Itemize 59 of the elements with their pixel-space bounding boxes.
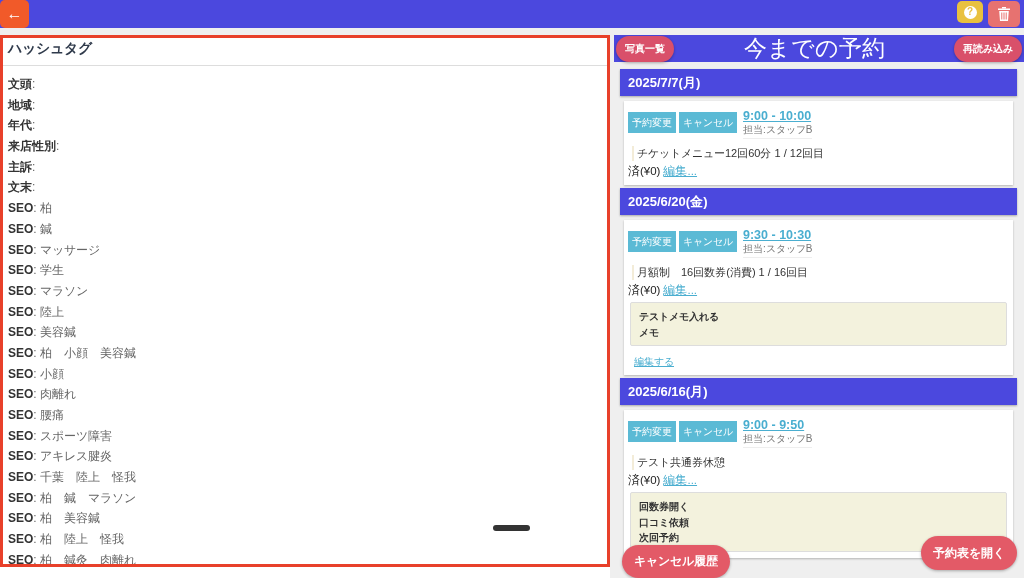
edit-link[interactable]: 編集...: [663, 165, 698, 177]
time-link[interactable]: 9:00 - 9:50: [743, 418, 813, 432]
page-title: 今までの予約: [743, 35, 885, 63]
change-button[interactable]: 予約変更: [628, 421, 676, 442]
hashtag-row-text: SEO: 鍼: [8, 220, 52, 238]
hashtag-row-text: 文頭:: [8, 76, 36, 93]
edit-link[interactable]: 編集...: [663, 474, 698, 486]
hashtag-row-text: SEO: 千葉 陸上 怪我: [8, 469, 136, 487]
scroll-handle[interactable]: [493, 525, 530, 531]
hashtag-row-text: SEO: 小顔: [8, 365, 64, 383]
edit-link[interactable]: 編集...: [663, 284, 698, 296]
hashtag-row-text: SEO: 柏 鍼 マラソン: [8, 489, 136, 507]
date-header: 2025/7/7(月): [620, 69, 1017, 96]
menu-text: テスト共通券休憩: [632, 455, 1009, 470]
menu-text: 月額制 16回数券(消費) 1 / 16回目: [632, 265, 1009, 280]
hashtag-row-text: SEO: マラソン: [8, 282, 88, 300]
hashtag-row-text: SEO: アキレス腱炎: [8, 448, 112, 466]
photos-button[interactable]: 写真一覧: [616, 35, 674, 62]
hashtag-row-text: SEO: 肉離れ: [8, 386, 76, 404]
panel-title: ハッシュタグ: [3, 35, 607, 66]
reload-button[interactable]: 再読み込み: [954, 35, 1022, 62]
trash-icon: [998, 7, 1010, 21]
memo-edit-link[interactable]: 編集する: [634, 356, 674, 369]
hashtag-row-text: 主訴:: [8, 158, 36, 176]
hashtag-row-text: 地域:: [8, 96, 36, 114]
hashtag-row-text: SEO: 柏 陸上 怪我: [8, 531, 124, 549]
hashtag-row-text: SEO: 柏 小顔 美容鍼: [8, 344, 136, 362]
memo-box: テストメモ入れる メモ: [630, 302, 1007, 346]
payment-status: 済(¥0): [628, 284, 661, 296]
staff-label: 担当:スタッフB: [743, 432, 813, 448]
hashtag-row-text: 来店性別:: [8, 138, 60, 156]
hashtag-row-text: SEO: 腰痛: [8, 407, 64, 424]
staff-label: 担当:スタッフB: [743, 242, 813, 258]
time-link[interactable]: 9:00 - 10:00: [743, 109, 813, 123]
staff-label: 担当:スタッフB: [743, 123, 813, 139]
hashtag-row-text: 文末:: [8, 179, 36, 197]
hashtag-row-text: SEO: 陸上: [8, 303, 64, 321]
payment-status: 済(¥0): [628, 474, 661, 486]
change-button[interactable]: 予約変更: [628, 112, 676, 133]
hashtag-row-text: SEO: マッサージ: [8, 241, 100, 259]
delete-button[interactable]: [988, 1, 1020, 27]
hashtag-row-text: SEO: スポーツ障害: [8, 427, 112, 445]
date-header: 2025/6/16(月): [620, 378, 1017, 405]
menu-text: チケットメニュー12回60分 1 / 12回目: [632, 146, 1009, 161]
hashtag-row-text: SEO: 柏 美容鍼: [8, 510, 100, 528]
payment-status: 済(¥0): [628, 165, 661, 177]
cancel-history-button[interactable]: キャンセル履歴: [622, 545, 730, 578]
help-button[interactable]: ?: [957, 1, 983, 23]
cancel-button[interactable]: キャンセル: [679, 231, 737, 252]
cancel-button[interactable]: キャンセル: [679, 112, 737, 133]
date-header: 2025/6/20(金): [620, 188, 1017, 215]
hashtag-row-text: SEO: 柏: [8, 200, 52, 218]
hashtag-row-text: SEO: 学生: [8, 262, 64, 280]
hashtag-row-text: 年代:: [8, 117, 36, 135]
cancel-button[interactable]: キャンセル: [679, 421, 737, 442]
hashtag-row-text: SEO: 美容鍼: [8, 324, 76, 342]
back-button[interactable]: ←: [0, 0, 29, 28]
change-button[interactable]: 予約変更: [628, 231, 676, 252]
time-link[interactable]: 9:30 - 10:30: [743, 228, 813, 242]
